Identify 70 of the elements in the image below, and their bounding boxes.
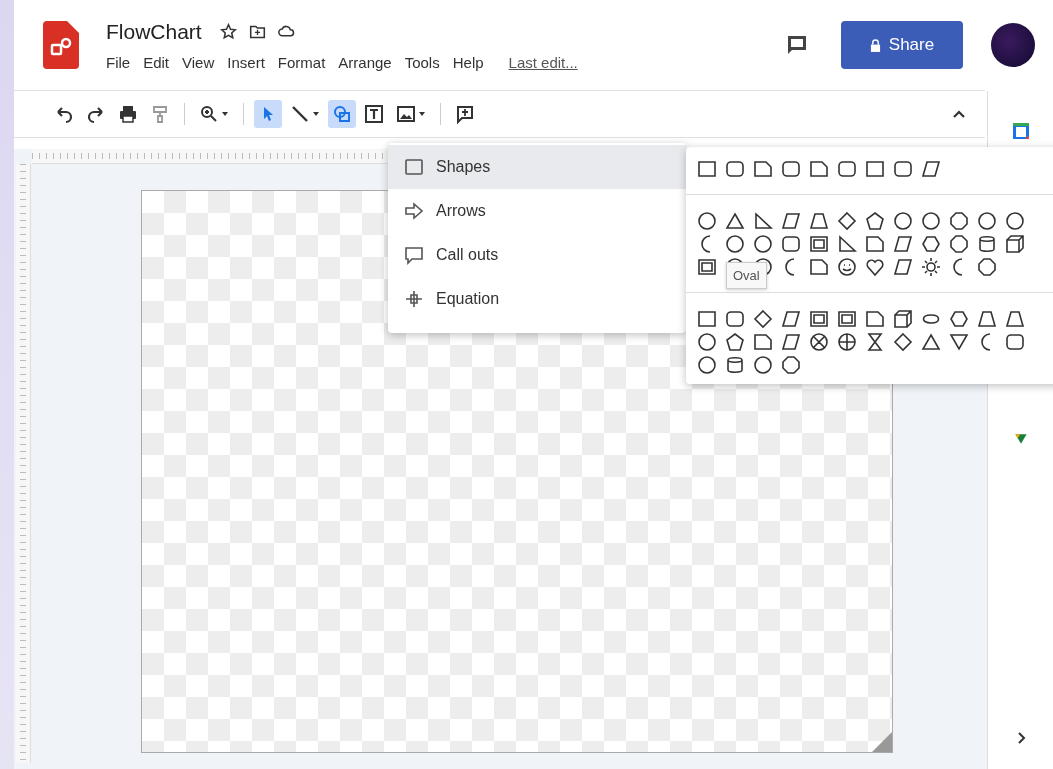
circle-shape-icon[interactable] xyxy=(752,232,774,255)
textbox-icon xyxy=(364,104,384,124)
menu-item[interactable]: Tools xyxy=(404,53,440,71)
folder-icon[interactable] xyxy=(248,23,266,40)
circle-shape-icon[interactable] xyxy=(696,353,718,376)
right-triangle-icon[interactable] xyxy=(836,232,858,255)
pentagon-icon[interactable] xyxy=(864,209,886,232)
document-logo-icon[interactable] xyxy=(42,21,80,69)
circle-shape-icon[interactable] xyxy=(892,209,914,232)
menu-item[interactable]: Call outs xyxy=(388,233,686,277)
menu-item[interactable]: File xyxy=(106,53,131,71)
circle-shape-icon[interactable] xyxy=(696,330,718,353)
document-title[interactable]: FlowChart xyxy=(106,19,202,44)
paint-icon xyxy=(150,104,170,124)
caret-icon xyxy=(221,110,229,118)
expand-panel-icon[interactable] xyxy=(1015,731,1026,745)
cube-icon[interactable] xyxy=(892,307,914,330)
circle-shape-icon[interactable] xyxy=(724,232,746,255)
octagon-icon[interactable] xyxy=(976,255,998,278)
avatar[interactable] xyxy=(991,23,1035,67)
collapse-icon[interactable] xyxy=(953,110,965,118)
menu-item[interactable]: Arrows xyxy=(388,189,686,233)
select-button[interactable] xyxy=(254,100,282,128)
print-icon xyxy=(118,104,138,124)
diamond-shape-icon[interactable] xyxy=(892,330,914,353)
equation-icon xyxy=(404,289,424,309)
line-icon xyxy=(290,104,310,124)
shapes-icon xyxy=(404,157,424,177)
circle-shape-icon[interactable] xyxy=(752,353,774,376)
menu-item[interactable]: Equation xyxy=(388,277,686,321)
cloud-icon[interactable] xyxy=(277,23,295,40)
menu-item[interactable]: Insert xyxy=(227,53,265,71)
menu-item[interactable]: Help xyxy=(452,53,484,71)
shape-icon xyxy=(332,104,352,124)
caret-icon xyxy=(312,110,320,118)
right-triangle-icon[interactable] xyxy=(752,209,774,232)
menu-item[interactable]: View xyxy=(182,53,215,71)
circle-shape-icon[interactable] xyxy=(976,209,998,232)
tooltip: Oval xyxy=(726,262,767,289)
octagon-icon[interactable] xyxy=(948,232,970,255)
menu-item[interactable]: Format xyxy=(277,53,326,71)
undo-icon xyxy=(54,104,74,124)
image-icon xyxy=(396,104,416,124)
sun-shape-icon[interactable] xyxy=(920,255,942,278)
menu-item[interactable]: Arrange xyxy=(338,53,392,71)
diamond-shape-icon[interactable] xyxy=(752,307,774,330)
circle-shape-icon[interactable] xyxy=(920,209,942,232)
octagon-icon[interactable] xyxy=(780,353,802,376)
circle-shape-icon[interactable] xyxy=(1004,209,1026,232)
lock-icon xyxy=(869,38,881,52)
redo-icon xyxy=(86,104,106,124)
cube-icon[interactable] xyxy=(1004,232,1026,255)
circle-shape-icon[interactable] xyxy=(696,209,718,232)
callouts-icon xyxy=(404,245,424,265)
caret-icon xyxy=(418,110,426,118)
resize-corner-icon[interactable] xyxy=(872,732,892,752)
menu-item[interactable]: Edit xyxy=(143,53,170,71)
comment-icon[interactable] xyxy=(785,33,809,57)
smiley-shape-icon[interactable] xyxy=(836,255,858,278)
pentagon-icon[interactable] xyxy=(724,330,746,353)
zoom-icon xyxy=(199,104,219,124)
octagon-icon[interactable] xyxy=(948,209,970,232)
last-edit-link[interactable]: Last edit... xyxy=(508,53,578,71)
share-button[interactable]: Share xyxy=(841,21,963,69)
arrows-icon xyxy=(404,201,424,221)
calendar-icon[interactable] xyxy=(1010,121,1031,141)
comment-icon xyxy=(455,104,475,124)
menu-item[interactable]: Shapes xyxy=(388,145,686,189)
diamond-shape-icon[interactable] xyxy=(836,209,858,232)
star-icon[interactable] xyxy=(219,23,237,40)
